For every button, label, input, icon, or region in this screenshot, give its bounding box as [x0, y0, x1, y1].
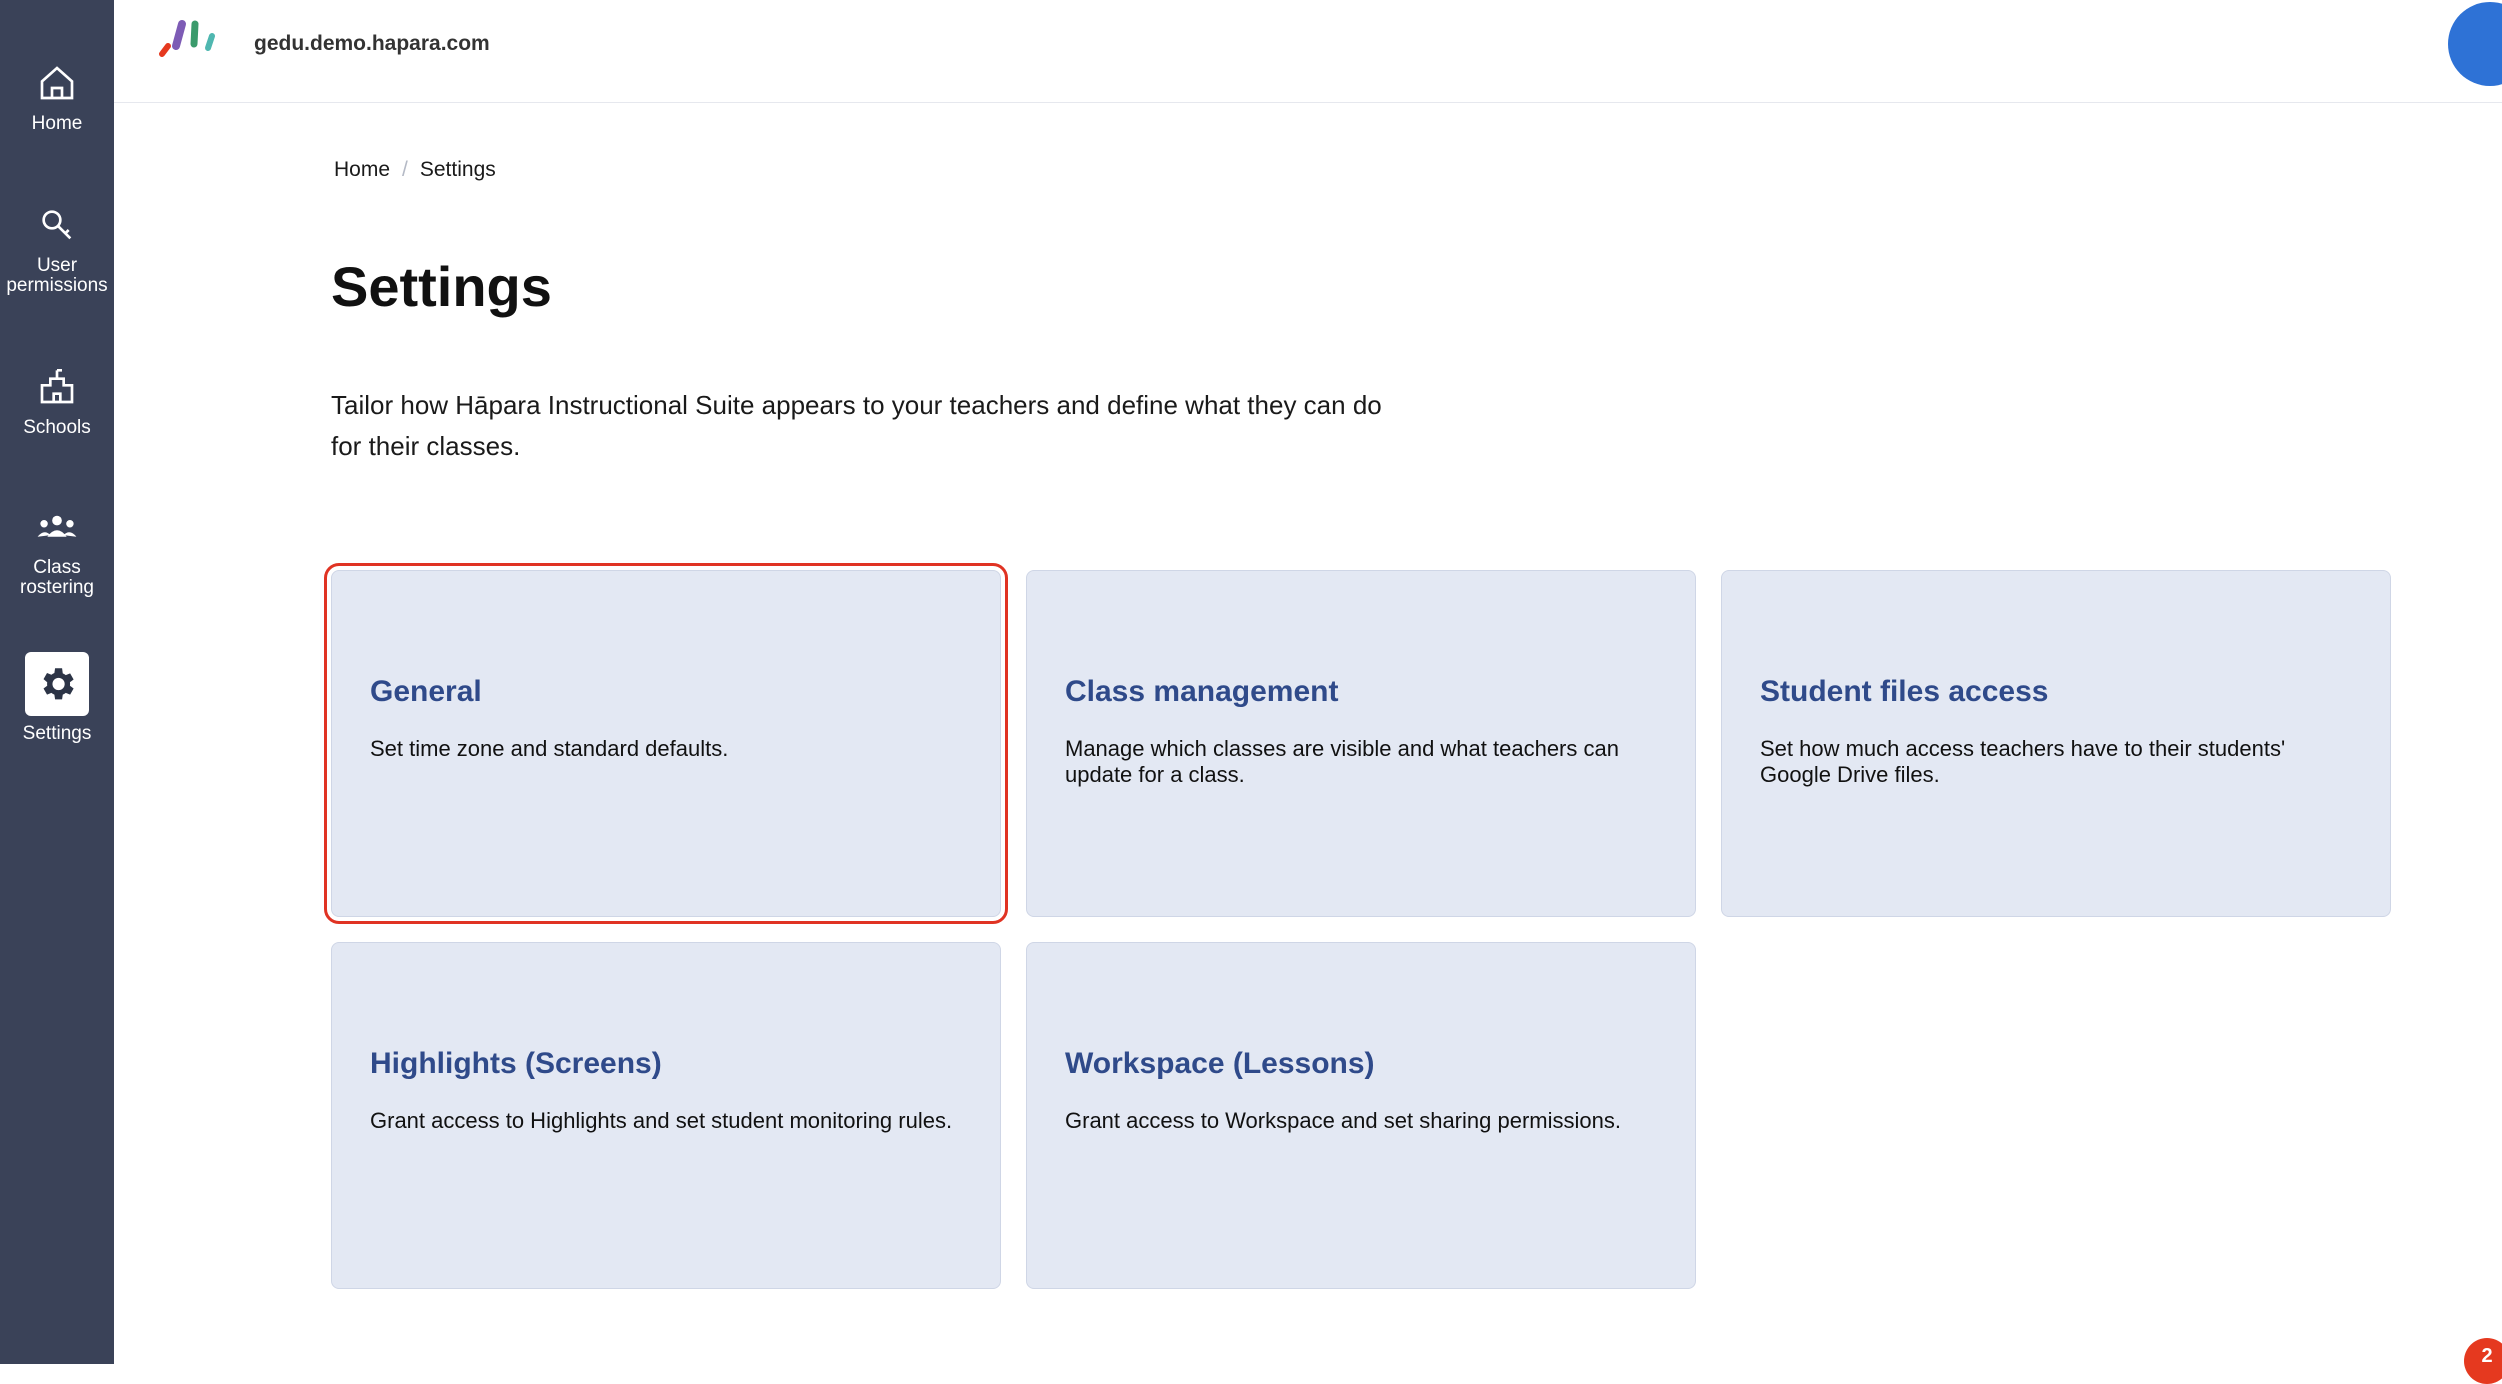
- sidebar-item-label: User permissions: [6, 255, 108, 296]
- settings-card-workspace[interactable]: Workspace (Lessons) Grant access to Work…: [1026, 942, 1696, 1289]
- avatar[interactable]: [2448, 2, 2502, 86]
- domain-name: gedu.demo.hapara.com: [254, 32, 490, 55]
- sidebar-item-schools[interactable]: Schools: [0, 364, 114, 438]
- settings-card-student-files-access[interactable]: Student files access Set how much access…: [1721, 570, 2391, 917]
- card-description: Grant access to Workspace and set sharin…: [1065, 1108, 1621, 1133]
- settings-card-highlights[interactable]: Highlights (Screens) Grant access to Hig…: [331, 942, 1001, 1289]
- card-title: Highlights (Screens): [370, 1047, 662, 1080]
- sidebar-item-class-rostering[interactable]: Class rostering: [0, 504, 114, 598]
- breadcrumb-home-link[interactable]: Home: [334, 158, 390, 182]
- gear-icon: [25, 652, 89, 716]
- sidebar-item-home[interactable]: Home: [0, 60, 114, 134]
- page-title: Settings: [331, 255, 552, 318]
- card-description: Grant access to Highlights and set stude…: [370, 1108, 953, 1133]
- sidebar-item-user-permissions[interactable]: User permissions: [0, 202, 114, 296]
- settings-card-general[interactable]: General Set time zone and standard defau…: [324, 563, 1008, 924]
- sidebar-item-label: Class rostering: [20, 557, 94, 598]
- card-title: Student files access: [1760, 675, 2049, 708]
- sidebar-item-label: Schools: [23, 417, 91, 438]
- school-icon: [34, 364, 80, 410]
- top-bar: gedu.demo.hapara.com: [114, 0, 2502, 103]
- people-icon: [34, 504, 80, 550]
- sidebar-item-label: Settings: [22, 723, 92, 744]
- sidebar-item-settings[interactable]: Settings: [0, 652, 114, 744]
- card-title: Class management: [1065, 675, 1339, 708]
- hapara-logo[interactable]: [154, 16, 226, 60]
- settings-card-class-management[interactable]: Class management Manage which classes ar…: [1026, 570, 1696, 917]
- sidebar-item-label: Home: [31, 113, 83, 134]
- breadcrumb: Home / Settings: [334, 158, 496, 182]
- key-icon: [34, 202, 80, 248]
- card-description: Manage which classes are visible and wha…: [1065, 736, 1619, 787]
- page-intro: Tailor how Hāpara Instructional Suite ap…: [331, 390, 1382, 461]
- card-description: Set how much access teachers have to the…: [1760, 736, 2286, 787]
- breadcrumb-current: Settings: [419, 158, 496, 181]
- card-title: General: [370, 675, 482, 708]
- breadcrumb-separator: /: [402, 158, 408, 181]
- card-description: Set time zone and standard defaults.: [370, 736, 729, 761]
- sidebar: Home User permissions Schools Class rost…: [0, 0, 114, 1364]
- card-title: Workspace (Lessons): [1065, 1047, 1375, 1080]
- home-icon: [34, 60, 80, 106]
- notification-badge[interactable]: 2: [2464, 1338, 2502, 1384]
